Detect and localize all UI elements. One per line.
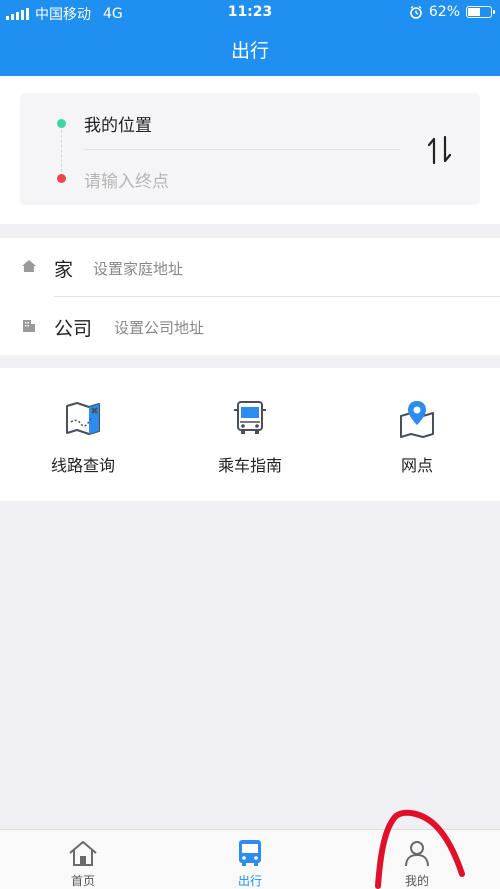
tool-grid: 线路查询 乘车指南 网点: [0, 368, 500, 501]
company-hint: 设置公司地址: [114, 319, 205, 337]
status-right: 62%: [409, 4, 495, 20]
route-query-button[interactable]: 线路查询: [18, 398, 148, 476]
battery-icon: [466, 6, 495, 18]
user-icon: [405, 841, 429, 867]
route-separator: [84, 149, 400, 150]
tab-home[interactable]: 首页: [33, 838, 133, 889]
destination-input[interactable]: 请输入终点: [84, 167, 169, 192]
building-icon: [23, 320, 35, 332]
saved-places: 家 设置家庭地址 公司 设置公司地址: [0, 238, 500, 355]
outlets-label: 网点: [400, 456, 433, 475]
tab-travel[interactable]: 出行: [200, 838, 300, 889]
home-address-row[interactable]: 家 设置家庭地址: [0, 238, 500, 297]
route-connector: [61, 130, 62, 172]
home-hint: 设置家庭地址: [93, 260, 184, 278]
tab-home-label: 首页: [70, 874, 95, 888]
tab-mine[interactable]: 我的: [367, 838, 467, 889]
bus-tab-icon: [239, 840, 261, 866]
outlets-button[interactable]: 网点: [352, 398, 482, 476]
alarm-icon: [410, 5, 422, 19]
company-label: 公司: [54, 318, 93, 340]
page-title: 出行: [0, 26, 500, 76]
swap-icon[interactable]: [424, 133, 456, 167]
ride-guide-button[interactable]: 乘车指南: [185, 398, 315, 476]
status-bar: 中国移动 4G 11:23 62%: [0, 0, 500, 26]
house-icon: [22, 260, 36, 272]
battery-percent: 62%: [428, 4, 460, 20]
tab-mine-label: 我的: [404, 874, 429, 888]
company-address-row[interactable]: 公司 设置公司地址: [0, 297, 500, 355]
map-pin-icon: [400, 401, 434, 438]
bus-icon: [234, 401, 266, 434]
route-map-icon: [66, 402, 100, 435]
home-label: 家: [54, 259, 74, 281]
start-location-field[interactable]: 我的位置: [84, 111, 152, 136]
tab-bar: 首页 出行 我的: [0, 829, 500, 889]
route-planner: 我的位置 请输入终点: [0, 76, 500, 224]
route-query-label: 线路查询: [50, 456, 115, 475]
start-dot-icon: [57, 119, 66, 128]
tab-travel-label: 出行: [237, 874, 262, 888]
route-input-panel: 我的位置 请输入终点: [20, 93, 480, 205]
home-icon: [69, 841, 97, 866]
ride-guide-label: 乘车指南: [217, 456, 282, 475]
end-dot-icon: [57, 174, 66, 183]
